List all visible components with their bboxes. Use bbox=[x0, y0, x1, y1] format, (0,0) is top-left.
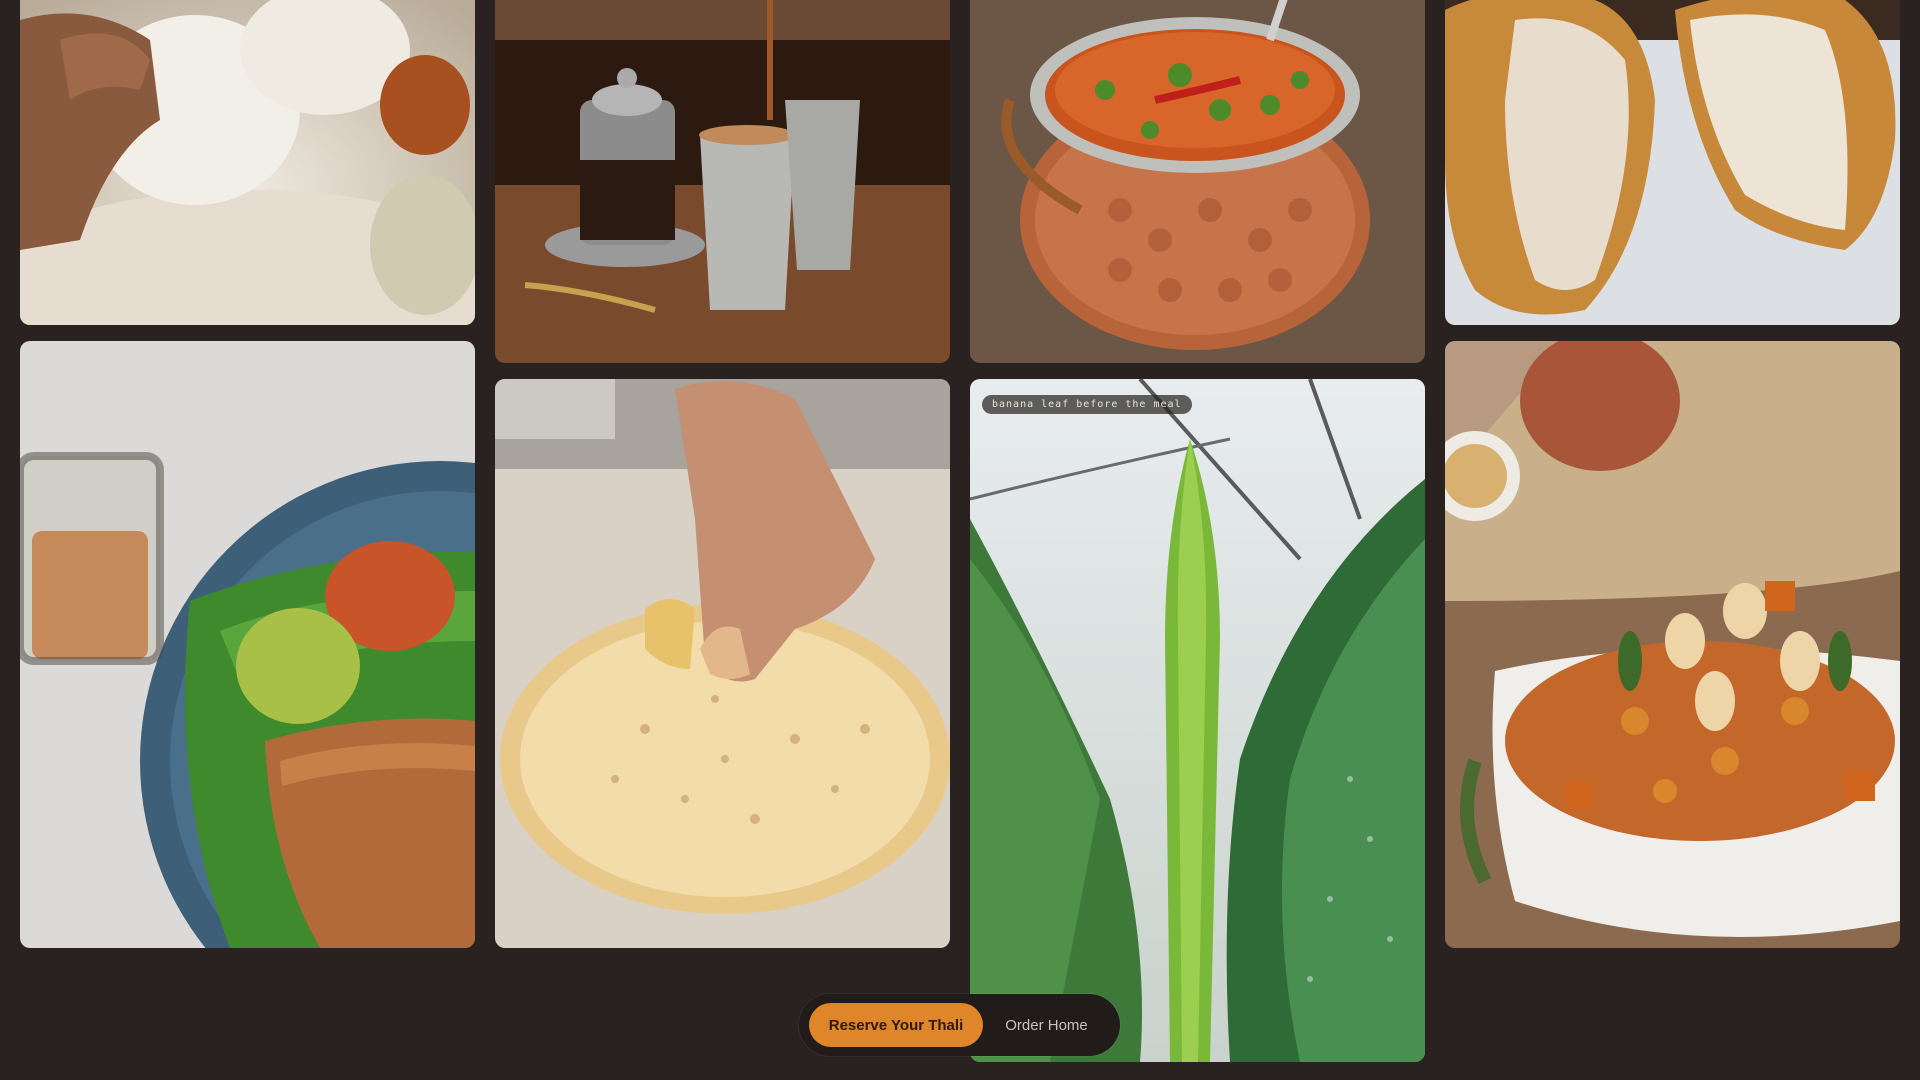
coffee-image bbox=[495, 0, 950, 363]
cta-bar: Reserve Your Thali Order Home bbox=[799, 994, 1120, 1056]
sambar-pot-photo[interactable] bbox=[970, 0, 1425, 363]
photo-caption: banana leaf before the meal bbox=[982, 395, 1192, 414]
idli-photo[interactable] bbox=[20, 0, 475, 325]
papad-photo[interactable] bbox=[495, 379, 950, 948]
pongal-photo[interactable] bbox=[1445, 341, 1900, 948]
banana-leaf-image bbox=[970, 379, 1425, 1062]
vada-photo[interactable] bbox=[1445, 0, 1900, 325]
filter-coffee-photo[interactable] bbox=[495, 0, 950, 363]
vada-image bbox=[1445, 0, 1900, 325]
idli-image bbox=[20, 0, 475, 325]
banana-leaf-photo[interactable]: banana leaf before the meal bbox=[970, 379, 1425, 1062]
reserve-thali-button[interactable]: Reserve Your Thali bbox=[809, 1003, 983, 1047]
order-home-button[interactable]: Order Home bbox=[983, 1003, 1110, 1047]
dosa-image bbox=[20, 341, 475, 948]
papad-image bbox=[495, 379, 950, 948]
photo-gallery: banana leaf before the meal Reserve Your… bbox=[0, 0, 1920, 1080]
sambar-image bbox=[970, 0, 1425, 363]
pongal-image bbox=[1445, 341, 1900, 948]
dosa-platter-photo[interactable] bbox=[20, 341, 475, 948]
